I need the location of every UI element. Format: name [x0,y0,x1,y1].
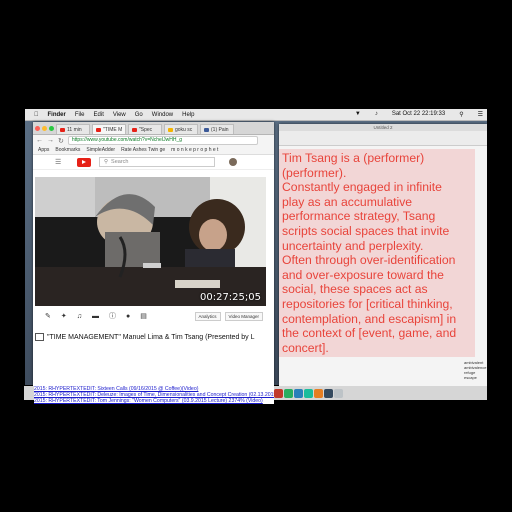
hamburger-menu-icon[interactable]: ☰ [55,158,61,166]
menu-bar:  Finder File Edit View Go Window Help ▼… [25,109,487,121]
browser-tab[interactable]: 11 min [56,124,90,134]
bookmark-simpleadder[interactable]: SimpleAdder [86,147,115,153]
bookmarks-bar: Apps Bookmarks SimpleAdder Rate Ashes Tw… [33,146,274,155]
annotations-icon[interactable]: ▬ [92,313,99,320]
address-bar-row: ← → ↻ https://www.youtube.com/watch?v=Nc… [33,135,274,146]
textedit-toolbar [279,131,487,146]
menu-view[interactable]: View [113,112,126,118]
side-word-list: ambivalent ambivalence refuge escape [464,360,487,380]
video-title: "TIME MANAGEMENT" Manuel Lima & Tim Tsan… [47,333,255,341]
audio-icon[interactable]: ♫ [77,313,82,320]
browser-tab-active[interactable]: "TIME M [92,124,126,134]
text-line: scripts social spaces that invite [282,223,450,238]
text-line: uncertainty and perplexity. [282,238,424,253]
video-manager-button[interactable]: Video Manager [224,311,263,321]
edit-icon[interactable]: ✎ [45,312,51,320]
facetime-icon[interactable] [284,388,293,398]
volume-icon[interactable]: ♪ [375,111,378,118]
facebook-favicon-icon [204,127,209,132]
text-line: Tim Tsang is a (performer) [282,151,425,165]
bookmark-rate[interactable]: Rate Ashes Twin ge [121,147,165,153]
text-line: performance strategy, Tsang [282,209,436,224]
link-list: 2015: RHYPERTEXTEDIT: Sixteen Calls (09/… [34,386,274,404]
tab-bar: 11 min "TIME M "Spec goku sc (1) Pain [33,122,274,135]
menu-clock[interactable]: Sat Oct 22 22:19:33 [392,111,445,118]
spotlight-icon[interactable]: ⚲ [459,111,463,118]
cards-icon[interactable]: ● [126,313,130,320]
text-line: Often through over-identification [282,253,456,268]
youtube-favicon-icon [96,127,101,132]
folder-icon[interactable] [324,388,333,398]
subtitles-icon[interactable]: ▤ [140,312,147,320]
url-field[interactable]: https://www.youtube.com/watch?v=NcheIJwH… [67,136,258,145]
menu-window[interactable]: Window [152,112,173,118]
reload-icon[interactable]: ↻ [58,137,64,145]
forward-icon[interactable]: → [47,137,54,144]
youtube-favicon-icon [60,127,65,132]
menu-go[interactable]: Go [135,112,143,118]
photo-booth-icon[interactable] [274,388,283,398]
google-favicon-icon [168,127,173,132]
text-line: contemplation, and escapism] in [282,311,457,326]
textedit-window: Untitled 2 Tim Tsang is a (performer) (p… [279,124,487,386]
video-player[interactable]: 00:27:25;05 [35,177,266,306]
youtube-favicon-icon [132,127,137,132]
ibooks-icon[interactable] [314,388,323,398]
avatar[interactable] [229,158,237,166]
textedit-title: Untitled 2 [279,124,487,131]
playlist-icon [35,333,44,341]
menu-app-name[interactable]: Finder [48,112,66,118]
text-line: repositories for [critical thinking, [282,296,453,311]
text-line: play as an accumulative [282,194,413,209]
analytics-button[interactable]: Analytics [194,311,221,321]
text-line: (performer). [282,165,347,180]
text-line: and over-exposure toward the [282,267,444,282]
search-icon: ⚲ [104,159,109,165]
apple-menu-icon[interactable]:  [34,112,39,118]
bookmark-apps[interactable]: Apps [38,147,49,153]
video-toolbar: ✎ ✦ ♫ ▬ ⓘ ● ▤ Analytics Video Manager [35,308,266,324]
browser-tab[interactable]: (1) Pain [200,124,234,134]
menu-file[interactable]: File [75,112,85,118]
link-item[interactable]: 2015: RHYPERTEXTEDIT: Tom Jennings: "Wom… [34,398,274,404]
search-input[interactable]: ⚲ Search [99,157,215,167]
menu-edit[interactable]: Edit [94,112,104,118]
mail-icon[interactable] [294,388,303,398]
zoom-window-icon[interactable] [49,126,54,131]
trash-icon[interactable] [334,388,343,398]
video-frame-image [35,177,266,306]
bookmark-bookmarks[interactable]: Bookmarks [55,147,80,153]
menu-help[interactable]: Help [182,112,194,118]
wifi-icon[interactable]: ▼ [355,111,361,118]
close-window-icon[interactable] [35,126,40,131]
browser-tab[interactable]: "Spec [128,124,162,134]
minimize-window-icon[interactable] [42,126,47,131]
back-icon[interactable]: ← [36,137,43,144]
browser-window: 11 min "TIME M "Spec goku sc (1) Pain ← … [33,122,274,386]
list-item[interactable]: escape [464,375,487,380]
text-line: concert]. [282,340,329,355]
video-timecode: 00:27:25;05 [199,292,261,303]
text-line: social, these spaces act as [282,282,428,297]
browser-tab[interactable]: goku sc [164,124,198,134]
text-body[interactable]: Tim Tsang is a (performer) (performer). … [279,149,475,358]
text-line: the context of [event, game, and [282,326,457,341]
youtube-logo-icon[interactable] [77,157,91,167]
video-title-row: "TIME MANAGEMENT" Manuel Lima & Tim Tsan… [35,331,266,343]
text-line: Constantly engaged in infinite [282,180,442,195]
youtube-header: ☰ ⚲ Search [33,155,274,170]
maps-icon[interactable] [304,388,313,398]
bookmark-monkeprophet[interactable]: m o n k e p r o p h e t [171,147,218,153]
info-icon[interactable]: ⓘ [109,311,116,321]
enhance-icon[interactable]: ✦ [61,312,67,320]
notifications-icon[interactable]: ☰ [478,111,483,118]
